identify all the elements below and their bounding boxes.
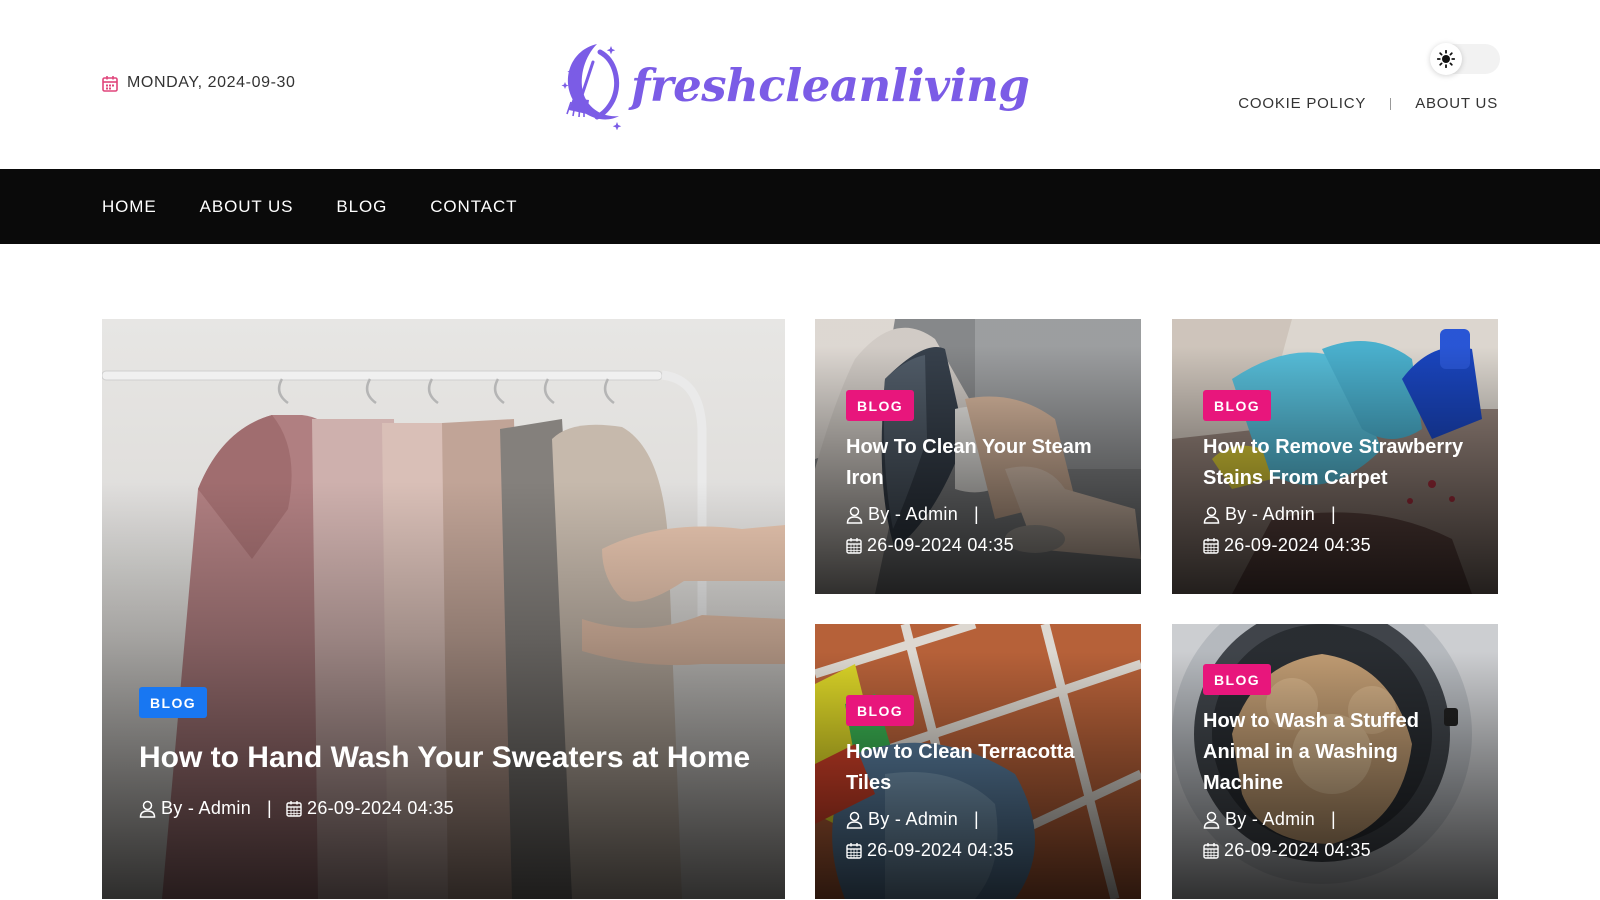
post-author[interactable]: By - Admin [1203,504,1315,525]
post-title[interactable]: How to Remove Strawberry Stains From Car… [1203,432,1474,494]
nav-item-contact[interactable]: CONTACT [430,197,517,217]
sun-icon [1437,50,1455,68]
top-links: COOKIE POLICY ABOUT US [1238,95,1498,112]
post-date: 26-09-2024 04:35 [1203,535,1371,556]
post-date: 26-09-2024 04:35 [846,535,1014,556]
site-logo[interactable]: freshcleanliving [553,38,1030,130]
post-meta: By - Admin | 26-09-2024 04:35 [846,809,1117,861]
meta-divider: | [1331,809,1337,829]
featured-author[interactable]: By - Admin [139,798,251,819]
category-badge[interactable]: BLOG [846,390,915,421]
user-icon [846,506,863,524]
featured-date: 26-09-2024 04:35 [286,798,454,819]
post-card[interactable]: BLOG How To Clean Your Steam Iron By - A… [815,319,1141,594]
calendar-icon [102,75,118,92]
post-card[interactable]: BLOG How to Remove Strawberry Stains Fro… [1172,319,1498,594]
nav-item-about-us[interactable]: ABOUT US [200,197,294,217]
nav-item-home[interactable]: HOME [102,197,157,217]
post-date-text: 26-09-2024 04:35 [867,840,1014,860]
user-icon [1203,811,1220,829]
user-icon [1203,506,1220,524]
main-nav: HOME ABOUT US BLOG CONTACT [0,169,1600,244]
category-badge[interactable]: BLOG [1203,664,1272,695]
post-card[interactable]: BLOG How to Clean Terracotta Tiles By - … [815,624,1141,899]
post-meta: By - Admin | 26-09-2024 04:35 [1203,809,1474,861]
top-link-about-us[interactable]: ABOUT US [1415,95,1498,112]
featured-post-card[interactable]: BLOG How to Hand Wash Your Sweaters at H… [102,319,785,899]
post-author[interactable]: By - Admin [1203,809,1315,830]
user-icon [139,800,156,818]
post-date: 26-09-2024 04:35 [846,840,1014,861]
featured-post-meta: By - Admin | 26-09-2024 04:35 [139,798,761,819]
post-date: 26-09-2024 04:35 [1203,840,1371,861]
post-meta: By - Admin | 26-09-2024 04:35 [846,504,1117,556]
broom-moon-logo-icon [561,44,622,130]
theme-toggle-knob[interactable] [1430,43,1462,75]
calendar-icon [846,538,862,554]
post-author-text: By - Admin [1225,809,1316,829]
post-card-content: BLOG How To Clean Your Steam Iron By - A… [846,390,1117,556]
featured-author-text: By - Admin [161,798,252,818]
date-text: MONDAY, 2024-09-30 [127,74,296,91]
post-meta: By - Admin | 26-09-2024 04:35 [1203,504,1474,556]
meta-divider: | [974,809,980,829]
featured-post-content: BLOG How to Hand Wash Your Sweaters at H… [139,687,761,819]
user-icon [846,811,863,829]
meta-divider: | [1331,504,1337,524]
post-card-content: BLOG How to Remove Strawberry Stains Fro… [1203,390,1474,556]
post-date-text: 26-09-2024 04:35 [1224,840,1371,860]
post-card-content: BLOG How to Wash a Stuffed Animal in a W… [1203,664,1474,861]
header-date: MONDAY, 2024-09-30 [102,74,296,92]
post-card[interactable]: BLOG How to Wash a Stuffed Animal in a W… [1172,624,1498,899]
site-header: MONDAY, 2024-09-30 freshcleanliving COOK… [0,0,1600,169]
post-card-content: BLOG How to Clean Terracotta Tiles By - … [846,695,1117,861]
featured-category-badge[interactable]: BLOG [139,687,208,718]
post-title[interactable]: How To Clean Your Steam Iron [846,432,1117,494]
post-author-text: By - Admin [1225,504,1316,524]
nav-item-blog[interactable]: BLOG [336,197,387,217]
logo-text: freshcleanliving [631,58,1030,112]
top-link-cookie-policy[interactable]: COOKIE POLICY [1238,95,1366,112]
post-date-text: 26-09-2024 04:35 [867,535,1014,555]
category-badge[interactable]: BLOG [846,695,915,726]
category-badge[interactable]: BLOG [1203,390,1272,421]
top-links-divider [1390,97,1392,110]
calendar-icon [1203,538,1219,554]
featured-date-text: 26-09-2024 04:35 [307,798,454,818]
calendar-icon [846,843,862,859]
calendar-icon [1203,843,1219,859]
post-author-text: By - Admin [868,504,959,524]
post-author-text: By - Admin [868,809,959,829]
post-title[interactable]: How to Wash a Stuffed Animal in a Washin… [1203,706,1474,799]
post-author[interactable]: By - Admin [846,504,958,525]
featured-post-title[interactable]: How to Hand Wash Your Sweaters at Home [139,736,761,780]
post-title[interactable]: How to Clean Terracotta Tiles [846,737,1117,799]
meta-divider: | [974,504,980,524]
calendar-icon [286,801,302,817]
meta-divider: | [267,798,273,818]
post-author[interactable]: By - Admin [846,809,958,830]
post-date-text: 26-09-2024 04:35 [1224,535,1371,555]
theme-toggle[interactable] [1430,43,1500,75]
